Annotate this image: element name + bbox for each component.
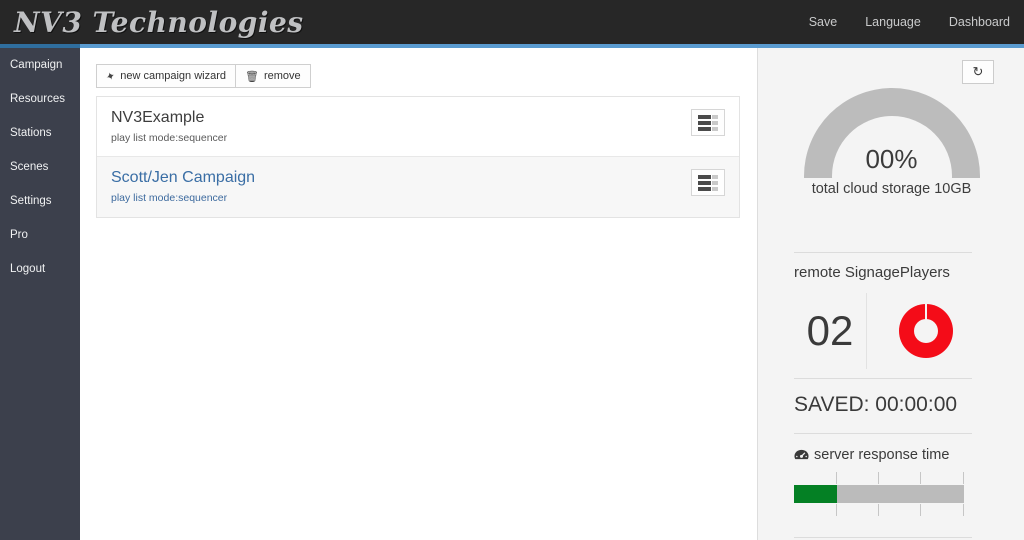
- brand-logo: NV3 Technologies: [14, 5, 304, 39]
- campaign-list-item[interactable]: NV3Example play list mode:sequencer: [97, 97, 739, 157]
- players-section-title: remote SignagePlayers: [794, 264, 950, 281]
- donut-gap: [924, 304, 927, 320]
- campaign-title: NV3Example: [111, 109, 205, 126]
- list-menu-icon: [698, 114, 718, 131]
- cloud-storage-gauge: 00% total cloud storage 10GB: [758, 88, 1024, 197]
- app-header: NV3 Technologies Save Language Dashboard: [0, 0, 1024, 44]
- trash-icon: 🗑: [245, 70, 259, 83]
- app-root: NV3 Technologies Save Language Dashboard…: [0, 0, 1024, 540]
- campaign-list-item[interactable]: Scott/Jen Campaign play list mode:sequen…: [97, 157, 739, 217]
- main-content: ✦ new campaign wizard 🗑 remove NV3Exampl…: [80, 48, 756, 540]
- campaign-subtitle: play list mode:sequencer: [111, 132, 228, 144]
- refresh-icon: ↻: [972, 64, 984, 79]
- sidebar-item-logout[interactable]: Logout: [0, 252, 80, 286]
- panel-divider: [794, 252, 972, 253]
- refresh-button[interactable]: ↻: [962, 60, 994, 84]
- top-navigation: Save Language Dashboard: [795, 0, 1024, 44]
- campaign-subtitle: play list mode:sequencer: [111, 192, 228, 204]
- sidebar-item-scenes[interactable]: Scenes: [0, 150, 80, 184]
- response-bar-track: [794, 485, 964, 503]
- response-bar-fill: [794, 485, 837, 503]
- tachometer-icon: [794, 449, 809, 462]
- nav-item-language[interactable]: Language: [851, 15, 935, 29]
- campaign-toolbar: ✦ new campaign wizard 🗑 remove: [96, 64, 311, 88]
- nav-item-dashboard[interactable]: Dashboard: [935, 15, 1024, 29]
- sidebar-item-resources[interactable]: Resources: [0, 82, 80, 116]
- sidebar-item-campaign[interactable]: Campaign: [0, 48, 80, 82]
- remove-label: remove: [263, 70, 301, 82]
- new-campaign-wizard-label: new campaign wizard: [120, 70, 226, 82]
- donut-chart-icon: [898, 304, 953, 358]
- panel-divider: [794, 433, 972, 434]
- gauge-label: total cloud storage 10GB: [811, 181, 972, 197]
- remove-button[interactable]: 🗑 remove: [236, 64, 311, 88]
- nav-item-save[interactable]: Save: [795, 15, 852, 29]
- tick-row-bottom: [794, 504, 972, 516]
- gauge-value: 00%: [865, 144, 918, 174]
- campaign-list: NV3Example play list mode:sequencer Scot…: [96, 96, 740, 218]
- gauge-arc: 00%: [803, 88, 980, 178]
- sidebar-item-pro[interactable]: Pro: [0, 218, 80, 252]
- panel-divider: [794, 537, 972, 538]
- status-panel: ↻ 00% total cloud storage 10GB remote Si…: [757, 48, 1024, 540]
- panel-divider: [794, 378, 972, 379]
- list-menu-icon: [698, 174, 718, 191]
- server-response-title: server response time: [794, 447, 949, 463]
- tick-row-top: [794, 472, 972, 484]
- sidebar: Campaign Resources Stations Scenes Setti…: [0, 48, 80, 540]
- saved-timer: SAVED: 00:00:00: [794, 393, 958, 416]
- players-chart-area: [867, 304, 984, 358]
- campaign-title: Scott/Jen Campaign: [111, 169, 256, 186]
- players-metric: 02: [794, 291, 984, 371]
- server-response-bar: [794, 472, 972, 516]
- sidebar-item-stations[interactable]: Stations: [0, 116, 80, 150]
- sidebar-item-settings[interactable]: Settings: [0, 184, 80, 218]
- campaign-menu-button[interactable]: [691, 169, 725, 196]
- campaign-menu-button[interactable]: [691, 109, 725, 136]
- players-count: 02: [806, 307, 854, 354]
- wand-icon: ✦: [104, 69, 118, 84]
- new-campaign-wizard-button[interactable]: ✦ new campaign wizard: [96, 64, 236, 88]
- server-response-label: server response time: [814, 447, 950, 463]
